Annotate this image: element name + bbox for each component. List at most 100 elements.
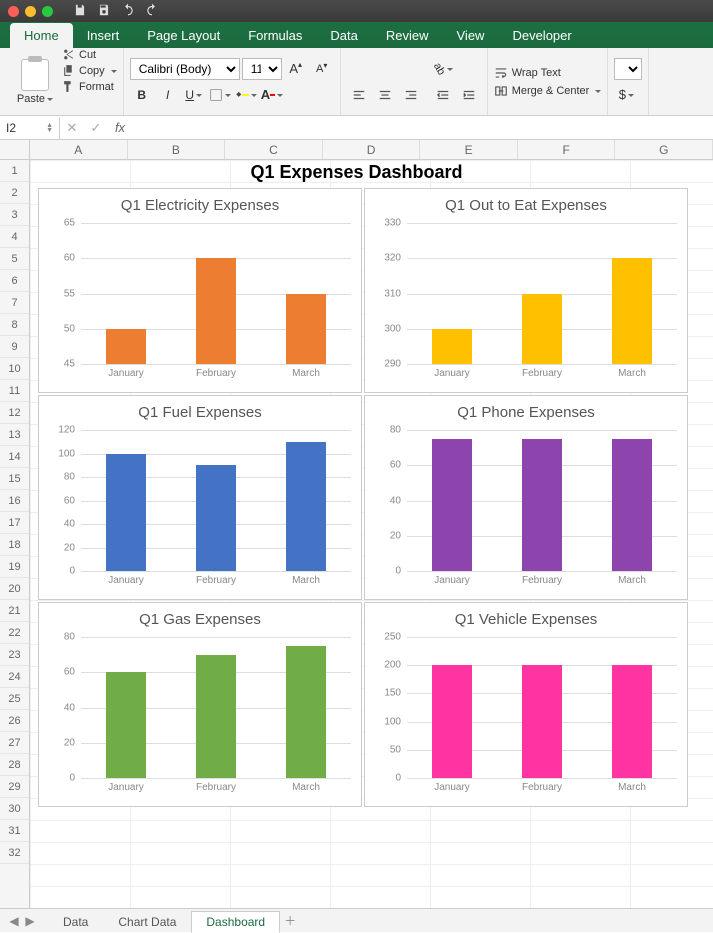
sheet-nav-prev[interactable]: ◀: [6, 914, 22, 928]
cancel-formula-icon[interactable]: ✕: [60, 120, 84, 136]
col-header[interactable]: E: [420, 140, 518, 159]
row-headers[interactable]: 1234567891011121314151617181920212223242…: [0, 160, 30, 908]
name-box[interactable]: I2 ▲▼: [0, 117, 60, 139]
sheet-tab-dashboard[interactable]: Dashboard: [191, 911, 280, 933]
formula-input[interactable]: [132, 121, 713, 135]
row-header[interactable]: 18: [0, 534, 29, 556]
col-header[interactable]: C: [225, 140, 323, 159]
row-header[interactable]: 9: [0, 336, 29, 358]
row-header[interactable]: 10: [0, 358, 29, 380]
chart-panel[interactable]: Q1 Fuel Expenses020406080100120JanuaryFe…: [38, 395, 362, 600]
tab-data[interactable]: Data: [316, 23, 371, 48]
column-headers[interactable]: ABCDEFG: [30, 140, 713, 160]
fx-icon[interactable]: fx: [108, 120, 132, 135]
add-sheet-button[interactable]: ＋: [280, 912, 300, 929]
sheet-tab-chart-data[interactable]: Chart Data: [103, 911, 191, 933]
row-header[interactable]: 14: [0, 446, 29, 468]
tab-review[interactable]: Review: [372, 23, 443, 48]
select-all-corner[interactable]: [0, 140, 30, 160]
number-format-select[interactable]: Ge: [614, 58, 642, 80]
chart-panel[interactable]: Q1 Electricity Expenses4550556065January…: [38, 188, 362, 393]
border-button[interactable]: [208, 84, 232, 106]
row-header[interactable]: 2: [0, 182, 29, 204]
merge-center-button[interactable]: Merge & Center: [494, 84, 602, 98]
row-header[interactable]: 11: [0, 380, 29, 402]
cut-button[interactable]: Cut: [62, 48, 117, 61]
tab-formulas[interactable]: Formulas: [234, 23, 316, 48]
row-header[interactable]: 3: [0, 204, 29, 226]
row-header[interactable]: 31: [0, 820, 29, 842]
copy-button[interactable]: Copy: [62, 64, 117, 77]
minimize-window-button[interactable]: [25, 6, 36, 17]
row-header[interactable]: 30: [0, 798, 29, 820]
increase-indent-button[interactable]: [457, 84, 481, 106]
name-box-stepper[interactable]: ▲▼: [46, 123, 53, 133]
row-header[interactable]: 25: [0, 688, 29, 710]
row-header[interactable]: 26: [0, 710, 29, 732]
fill-color-button[interactable]: [234, 84, 258, 106]
font-size-select[interactable]: 11: [242, 58, 282, 80]
row-header[interactable]: 4: [0, 226, 29, 248]
bold-button[interactable]: B: [130, 84, 154, 106]
paste-button[interactable]: Paste: [12, 48, 58, 115]
align-right-button[interactable]: [399, 84, 423, 106]
row-header[interactable]: 24: [0, 666, 29, 688]
cell-grid[interactable]: Q1 Expenses Dashboard Q1 Electricity Exp…: [30, 160, 713, 908]
chart-panel[interactable]: Q1 Phone Expenses020406080JanuaryFebruar…: [364, 395, 688, 600]
tab-view[interactable]: View: [443, 23, 499, 48]
undo-icon[interactable]: [121, 3, 135, 20]
col-header[interactable]: B: [128, 140, 226, 159]
row-header[interactable]: 23: [0, 644, 29, 666]
row-header[interactable]: 20: [0, 578, 29, 600]
format-painter-button[interactable]: Format: [62, 80, 117, 93]
save-disk-icon[interactable]: [97, 3, 111, 20]
zoom-window-button[interactable]: [42, 6, 53, 17]
chart-panel[interactable]: Q1 Out to Eat Expenses290300310320330Jan…: [364, 188, 688, 393]
sheet-tab-data[interactable]: Data: [48, 911, 103, 933]
align-left-button[interactable]: [347, 84, 371, 106]
redo-icon[interactable]: [145, 3, 159, 20]
align-middle-button[interactable]: [373, 58, 397, 80]
align-bottom-button[interactable]: [399, 58, 423, 80]
row-header[interactable]: 32: [0, 842, 29, 864]
row-header[interactable]: 12: [0, 402, 29, 424]
confirm-formula-icon[interactable]: ✓: [84, 120, 108, 136]
row-header[interactable]: 6: [0, 270, 29, 292]
col-header[interactable]: A: [30, 140, 128, 159]
row-header[interactable]: 13: [0, 424, 29, 446]
wrap-text-button[interactable]: Wrap Text: [494, 66, 602, 80]
row-header[interactable]: 7: [0, 292, 29, 314]
font-name-select[interactable]: Calibri (Body): [130, 58, 240, 80]
row-header[interactable]: 22: [0, 622, 29, 644]
col-header[interactable]: D: [323, 140, 421, 159]
col-header[interactable]: G: [615, 140, 713, 159]
orientation-button[interactable]: ab: [431, 58, 455, 80]
tab-page-layout[interactable]: Page Layout: [133, 23, 234, 48]
currency-button[interactable]: $: [614, 84, 638, 106]
increase-font-button[interactable]: A▴: [284, 58, 308, 80]
row-header[interactable]: 27: [0, 732, 29, 754]
decrease-indent-button[interactable]: [431, 84, 455, 106]
underline-button[interactable]: U: [182, 84, 206, 106]
tab-developer[interactable]: Developer: [498, 23, 585, 48]
close-window-button[interactable]: [8, 6, 19, 17]
chart-panel[interactable]: Q1 Vehicle Expenses050100150200250Januar…: [364, 602, 688, 807]
row-header[interactable]: 1: [0, 160, 29, 182]
chart-panel[interactable]: Q1 Gas Expenses020406080JanuaryFebruaryM…: [38, 602, 362, 807]
italic-button[interactable]: I: [156, 84, 180, 106]
decrease-font-button[interactable]: A▾: [310, 58, 334, 80]
row-header[interactable]: 29: [0, 776, 29, 798]
tab-home[interactable]: Home: [10, 23, 73, 48]
save-icon[interactable]: [73, 3, 87, 20]
tab-insert[interactable]: Insert: [73, 23, 134, 48]
row-header[interactable]: 16: [0, 490, 29, 512]
row-header[interactable]: 5: [0, 248, 29, 270]
align-top-button[interactable]: [347, 58, 371, 80]
row-header[interactable]: 21: [0, 600, 29, 622]
row-header[interactable]: 17: [0, 512, 29, 534]
row-header[interactable]: 15: [0, 468, 29, 490]
col-header[interactable]: F: [518, 140, 616, 159]
font-color-button[interactable]: A: [260, 84, 284, 106]
row-header[interactable]: 8: [0, 314, 29, 336]
sheet-nav-next[interactable]: ▶: [22, 914, 38, 928]
